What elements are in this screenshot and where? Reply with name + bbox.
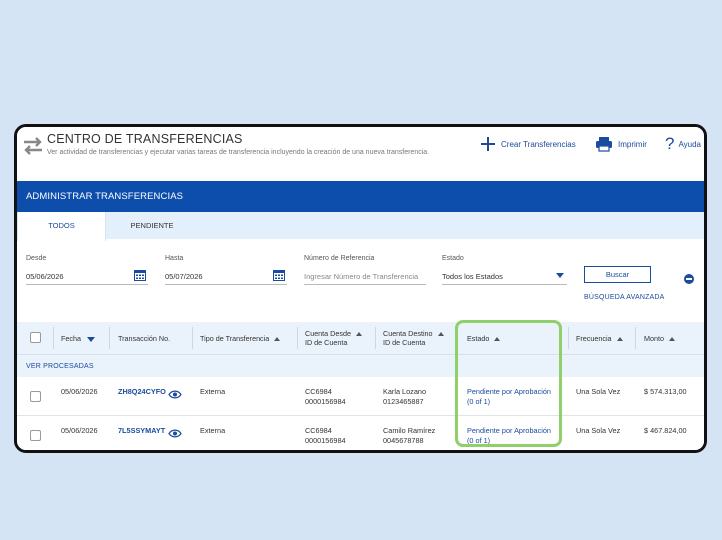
row-checkbox[interactable] bbox=[30, 391, 41, 402]
row-tipo: Externa bbox=[200, 426, 226, 435]
create-transfer-button[interactable]: Crear Transferencias bbox=[480, 136, 576, 152]
section-title: ADMINISTRAR TRANSFERENCIAS bbox=[26, 191, 184, 202]
help-button[interactable]: ? Ayuda bbox=[665, 134, 702, 153]
sort-asc-icon bbox=[355, 332, 362, 337]
row-cuenta-destino: Camilo Ramírez 0045678788 bbox=[383, 426, 435, 446]
transfer-arrows-icon bbox=[24, 137, 42, 155]
destino-nombre: Karla Lozano bbox=[383, 387, 427, 396]
sort-asc-icon bbox=[668, 337, 675, 342]
column-header-transaccion[interactable]: Transacción No. bbox=[118, 334, 170, 343]
tab-bar: TODOS PENDIENTE bbox=[17, 212, 704, 241]
row-frecuencia: Una Sola Vez bbox=[576, 426, 621, 435]
column-header-monto[interactable]: Monto bbox=[644, 334, 675, 343]
column-header-cuenta-destino[interactable]: Cuenta Destino ID de Cuenta bbox=[383, 329, 444, 347]
hasta-label: Hasta bbox=[165, 255, 184, 262]
calendar-icon[interactable] bbox=[273, 269, 285, 281]
page-subtitle: Ver actividad de transferencias y ejecut… bbox=[47, 149, 430, 156]
referencia-input[interactable]: Ingresar Número de Transferencia bbox=[304, 272, 418, 281]
cuenta-destino-label: Cuenta Destino bbox=[383, 329, 433, 338]
column-divider bbox=[375, 327, 376, 349]
cuenta-destino-sublabel: ID de Cuenta bbox=[383, 338, 426, 347]
row-cuenta-destino: Karla Lozano 0123465887 bbox=[383, 387, 426, 407]
print-button[interactable]: Imprimir bbox=[595, 136, 647, 152]
column-header-tipo[interactable]: Tipo de Transferencia bbox=[200, 334, 281, 343]
referencia-label: Número de Referencia bbox=[304, 255, 375, 262]
plus-icon bbox=[481, 137, 495, 151]
destino-nombre: Camilo Ramírez bbox=[383, 426, 436, 435]
destino-cuenta: 0045678788 bbox=[383, 436, 424, 445]
sort-desc-icon bbox=[86, 336, 95, 342]
eye-icon[interactable] bbox=[168, 429, 182, 438]
row-checkbox[interactable] bbox=[30, 430, 41, 441]
frecuencia-label: Frecuencia bbox=[576, 334, 612, 343]
tab-todos[interactable]: TODOS bbox=[17, 212, 106, 241]
collapse-icon[interactable] bbox=[684, 274, 694, 284]
calendar-icon[interactable] bbox=[134, 269, 146, 281]
estado-column-highlight bbox=[455, 320, 562, 447]
desde-underline bbox=[26, 284, 148, 285]
desde-input[interactable]: 05/06/2026 bbox=[26, 272, 64, 281]
help-label: Ayuda bbox=[678, 139, 702, 149]
row-transaction-link[interactable]: ZH8Q24CYFO bbox=[118, 387, 166, 397]
column-divider bbox=[297, 327, 298, 349]
column-header-fecha[interactable]: Fecha bbox=[61, 334, 95, 343]
desde-cuenta: 0000156984 bbox=[305, 397, 346, 406]
column-header-frecuencia[interactable]: Frecuencia bbox=[576, 334, 623, 343]
page-header: CENTRO DE TRANSFERENCIAS Ver actividad d… bbox=[17, 127, 704, 179]
row-cuenta-desde: CC6984 0000156984 bbox=[305, 426, 346, 446]
row-fecha: 05/06/2026 bbox=[61, 426, 98, 435]
row-monto: $ 467.824,00 bbox=[644, 426, 687, 435]
row-frecuencia: Una Sola Vez bbox=[576, 387, 621, 396]
page-title: CENTRO DE TRANSFERENCIAS bbox=[47, 132, 243, 146]
column-divider bbox=[53, 327, 54, 349]
cuenta-desde-sublabel: ID de Cuenta bbox=[305, 338, 348, 347]
column-divider bbox=[192, 327, 193, 349]
fecha-label: Fecha bbox=[61, 334, 81, 343]
cuenta-desde-label: Cuenta Desde bbox=[305, 329, 351, 338]
destino-cuenta: 0123465887 bbox=[383, 397, 424, 406]
desde-id: CC6984 bbox=[305, 387, 332, 396]
row-monto: $ 574.313,00 bbox=[644, 387, 687, 396]
tipo-label: Tipo de Transferencia bbox=[200, 334, 270, 343]
view-processed-link[interactable]: VER PROCESADAS bbox=[26, 363, 94, 370]
row-transaction-link[interactable]: 7L5SSYMAYT bbox=[118, 426, 165, 436]
desde-id: CC6984 bbox=[305, 426, 332, 435]
estado-select[interactable]: Todos los Estados bbox=[442, 272, 503, 281]
sort-asc-icon bbox=[437, 332, 444, 337]
row-cuenta-desde: CC6984 0000156984 bbox=[305, 387, 346, 407]
transfer-center-window: CENTRO DE TRANSFERENCIAS Ver actividad d… bbox=[14, 124, 707, 453]
sort-asc-icon bbox=[274, 337, 281, 342]
print-label: Imprimir bbox=[618, 139, 647, 149]
row-tipo: Externa bbox=[200, 387, 226, 396]
eye-icon[interactable] bbox=[168, 390, 182, 399]
hasta-underline bbox=[165, 284, 287, 285]
desde-label: Desde bbox=[26, 255, 47, 262]
estado-underline bbox=[442, 284, 567, 285]
column-divider bbox=[568, 327, 569, 349]
create-transfer-label: Crear Transferencias bbox=[501, 139, 576, 149]
hasta-input[interactable]: 05/07/2026 bbox=[165, 272, 203, 281]
desde-cuenta: 0000156984 bbox=[305, 436, 346, 445]
tab-pendiente[interactable]: PENDIENTE bbox=[106, 212, 198, 239]
column-divider bbox=[635, 327, 636, 349]
row-fecha: 05/06/2026 bbox=[61, 387, 98, 396]
column-divider bbox=[109, 327, 110, 349]
monto-label: Monto bbox=[644, 334, 664, 343]
chevron-down-icon[interactable] bbox=[556, 273, 564, 278]
search-button[interactable]: Buscar bbox=[584, 266, 651, 283]
estado-label: Estado bbox=[442, 255, 464, 262]
column-header-cuenta-desde[interactable]: Cuenta Desde ID de Cuenta bbox=[305, 329, 362, 347]
question-icon: ? bbox=[665, 134, 675, 153]
table-row: 05/06/2026 ZH8Q24CYFO Externa CC6984 0000… bbox=[17, 378, 704, 416]
group-row: VER PROCESADAS bbox=[17, 354, 704, 377]
printer-icon bbox=[596, 137, 612, 152]
referencia-underline bbox=[304, 284, 426, 285]
section-header: ADMINISTRAR TRANSFERENCIAS bbox=[17, 181, 704, 212]
select-all-checkbox[interactable] bbox=[30, 332, 41, 343]
sort-asc-icon bbox=[616, 337, 623, 342]
advanced-search-link[interactable]: BÚSQUEDA AVANZADA bbox=[584, 294, 665, 301]
table-row: 05/06/2026 7L5SSYMAYT Externa CC6984 0000… bbox=[17, 417, 704, 450]
